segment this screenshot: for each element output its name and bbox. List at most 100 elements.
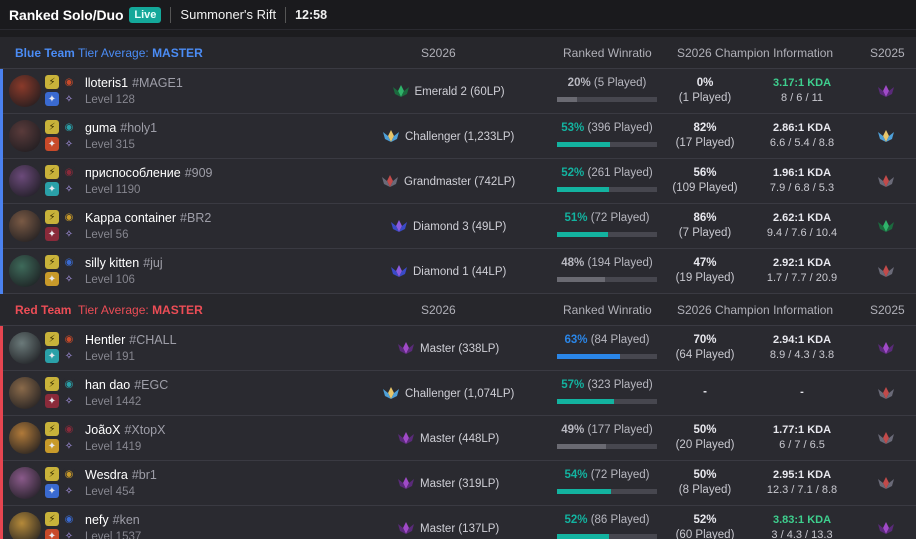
riot-id-tag: #juj — [143, 256, 163, 270]
winratio-bar — [557, 187, 657, 192]
summoner-spells: ⚡ ✦ ◉ ✧ — [45, 376, 77, 410]
ranked-winratio: 54% (72 Played) — [557, 469, 657, 481]
summoner-spells: ⚡ ✦ ◉ ✧ — [45, 511, 77, 539]
primary-rune-icon: ◉ — [62, 512, 76, 526]
champion-avatar — [9, 165, 41, 197]
player-row[interactable]: ⚡ ✦ ◉ ✧ приспособление #909 Level 1190 Grandmas… — [0, 159, 916, 204]
winratio-bar-fill — [557, 354, 620, 359]
champion-kda: 3.17:1 KDA 8 / 6 / 11 — [752, 77, 852, 104]
winratio-bar — [557, 534, 657, 539]
winratio-bar-fill — [557, 187, 609, 192]
winratio-games: (194 Played) — [587, 257, 653, 269]
team-color-strip — [0, 461, 3, 506]
summoner-spell-icon: ✦ — [45, 272, 59, 286]
col-season: S2026 — [421, 303, 456, 317]
summoner-spells: ⚡ ✦ ◉ ✧ — [45, 421, 77, 455]
flash-spell-icon: ⚡ — [45, 332, 59, 346]
player-name[interactable]: han dao #EGC — [85, 378, 168, 392]
kda-detail: 6.6 / 5.4 / 8.8 — [769, 137, 835, 149]
champion-winrate-percent: - — [703, 386, 707, 398]
champion-games: (1 Played) — [678, 92, 732, 104]
player-row[interactable]: ⚡ ✦ ◉ ✧ lloteris1 #MAGE1 Level 128 Emerald 2 (6… — [0, 69, 916, 114]
player-name[interactable]: приспособление #909 — [85, 166, 213, 180]
champion-games: (7 Played) — [678, 227, 732, 239]
blue-team-rows: ⚡ ✦ ◉ ✧ lloteris1 #MAGE1 Level 128 Emerald 2 (6… — [0, 69, 916, 294]
kda-detail: 7.9 / 6.8 / 5.3 — [769, 182, 835, 194]
player-row[interactable]: ⚡ ✦ ◉ ✧ Wesdra #br1 Level 454 Master (319LP) 54%… — [0, 461, 916, 506]
col-champ-info: S2026 Champion Information — [677, 46, 834, 60]
winratio-bar-fill — [557, 232, 608, 237]
champion-winrate-percent: 52% — [693, 514, 717, 526]
flash-spell-icon: ⚡ — [45, 75, 59, 89]
champion-winrate-percent: 50% — [693, 469, 717, 481]
champion-avatar — [9, 377, 41, 409]
player-row[interactable]: ⚡ ✦ ◉ ✧ Hentler #CHALL Level 191 Master (338LP)… — [0, 326, 916, 371]
player-name[interactable]: Wesdra #br1 — [85, 468, 157, 482]
champion-kda: 1.77:1 KDA 6 / 7 / 6.5 — [752, 424, 852, 451]
player-row[interactable]: ⚡ ✦ ◉ ✧ Kappa container #BR2 Level 56 Diamond 3… — [0, 204, 916, 249]
champion-avatar — [9, 75, 41, 107]
flash-spell-icon: ⚡ — [45, 120, 59, 134]
primary-rune-icon: ◉ — [62, 120, 76, 134]
player-row[interactable]: ⚡ ✦ ◉ ✧ silly kitten #juj Level 106 Diamond 1 (… — [0, 249, 916, 294]
player-level: Level 1190 — [85, 184, 141, 196]
player-row[interactable]: ⚡ ✦ ◉ ✧ han dao #EGC Level 1442 Challenger (1,0… — [0, 371, 916, 416]
kda-ratio: 3.17:1 KDA — [772, 77, 832, 89]
champion-avatar — [9, 210, 41, 242]
riot-id-tag: #XtopX — [124, 423, 166, 437]
map-name: Summoner's Rift — [180, 7, 277, 22]
player-name[interactable]: nefy #ken — [85, 513, 140, 527]
grandmaster-crest-icon — [877, 264, 895, 281]
flash-spell-icon: ⚡ — [45, 210, 59, 224]
player-name[interactable]: JoãoX #XtopX — [85, 423, 165, 437]
kda-detail: 8 / 6 / 11 — [781, 92, 823, 104]
secondary-rune-icon: ✧ — [64, 228, 74, 240]
champion-kda: 3.83:1 KDA 3 / 4.3 / 13.3 — [752, 514, 852, 539]
player-level: Level 1419 — [85, 441, 142, 453]
current-rank: Master (137LP) — [397, 521, 499, 537]
team-color-strip — [0, 114, 3, 159]
flash-spell-icon: ⚡ — [45, 165, 59, 179]
game-timer: 12:58 — [295, 7, 328, 22]
riot-id-tag: #holy1 — [120, 121, 158, 135]
master-crest-icon — [397, 431, 415, 447]
summoner-spells: ⚡ ✦ ◉ ✧ — [45, 254, 77, 288]
player-name[interactable]: lloteris1 #MAGE1 — [85, 76, 183, 90]
winratio-percent: 52% — [561, 167, 585, 179]
player-level: Level 1537 — [85, 531, 142, 539]
champion-kda: 2.94:1 KDA 8.9 / 4.3 / 3.8 — [752, 334, 852, 361]
summoner-spells: ⚡ ✦ ◉ ✧ — [45, 331, 77, 365]
kda-ratio: 2.86:1 KDA — [772, 122, 832, 134]
winratio-games: (72 Played) — [590, 469, 650, 481]
primary-rune-icon: ◉ — [62, 332, 76, 346]
winratio-percent: 57% — [561, 379, 585, 391]
red-team-header: Red Team Tier Average: MASTER S2026 Rank… — [0, 294, 916, 326]
header-divider — [170, 6, 172, 23]
player-name[interactable]: Kappa container #BR2 — [85, 211, 211, 225]
kda-detail: 9.4 / 7.6 / 10.4 — [766, 227, 838, 239]
riot-id-tag: #br1 — [131, 468, 157, 482]
riot-id-tag: #EGC — [134, 378, 169, 392]
ranked-winratio: 20% (5 Played) — [557, 77, 657, 89]
current-rank: Diamond 1 (44LP) — [390, 264, 506, 280]
player-name[interactable]: silly kitten #juj — [85, 256, 163, 270]
player-name[interactable]: guma #holy1 — [85, 121, 157, 135]
kda-detail: 1.7 / 7.7 / 20.9 — [766, 272, 838, 284]
champion-winrate-percent: 86% — [693, 212, 717, 224]
primary-rune-icon: ◉ — [62, 255, 76, 269]
challenger-crest-icon — [382, 129, 400, 145]
winratio-bar-fill — [557, 97, 577, 102]
secondary-rune-icon: ✧ — [64, 530, 74, 539]
kda-ratio: 1.96:1 KDA — [772, 167, 832, 179]
winratio-games: (86 Played) — [590, 514, 650, 526]
champion-avatar — [9, 332, 41, 364]
player-row[interactable]: ⚡ ✦ ◉ ✧ JoãoX #XtopX Level 1419 Master (448LP) 4… — [0, 416, 916, 461]
rank-label: Grandmaster (742LP) — [404, 176, 516, 188]
summoner-spells: ⚡ ✦ ◉ ✧ — [45, 209, 77, 243]
player-row[interactable]: ⚡ ✦ ◉ ✧ nefy #ken Level 1537 Master (137LP) 52% … — [0, 506, 916, 539]
kda-ratio: 1.77:1 KDA — [772, 424, 832, 436]
tier-average-label: Tier Average: — [78, 303, 149, 317]
team-color-strip — [0, 249, 3, 294]
player-name[interactable]: Hentler #CHALL — [85, 333, 177, 347]
player-row[interactable]: ⚡ ✦ ◉ ✧ guma #holy1 Level 315 Challenger (1,233… — [0, 114, 916, 159]
